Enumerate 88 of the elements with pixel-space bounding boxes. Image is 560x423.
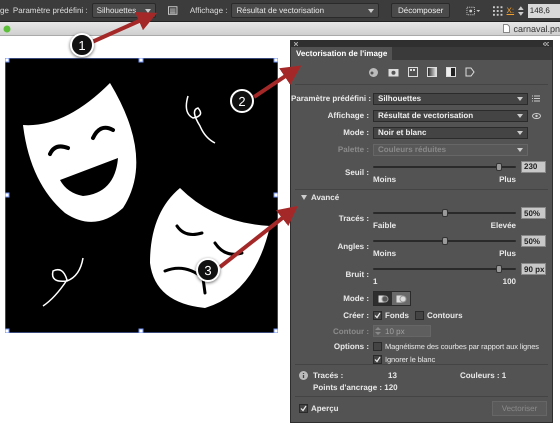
field-label: Options : (332, 342, 369, 352)
checkmark-icon (300, 405, 307, 412)
camera-icon[interactable] (388, 66, 399, 77)
close-icon[interactable] (294, 42, 298, 46)
checkmark-icon (374, 312, 381, 320)
stat-label: Tracés : (313, 371, 344, 380)
slider-track[interactable] (373, 166, 516, 168)
collapse-icon[interactable] (543, 42, 549, 46)
value-field[interactable]: 90 px (521, 263, 546, 276)
dropdown[interactable]: Noir et blanc (373, 126, 528, 139)
slider-thumb[interactable] (442, 209, 448, 218)
grid-icon[interactable] (493, 6, 503, 16)
field-label: Angles : (336, 242, 369, 252)
half-square-icon[interactable] (446, 66, 456, 77)
preset-dropdown[interactable]: Silhouettes (92, 3, 156, 18)
slider-track[interactable] (373, 240, 516, 242)
toolbar-label: ge (0, 6, 9, 15)
min-label: Moins (373, 249, 396, 258)
slider-thumb[interactable] (442, 237, 448, 246)
mode-toggle[interactable] (392, 292, 410, 306)
min-label: 1 (373, 277, 378, 286)
spinner-icon[interactable] (518, 4, 524, 16)
align-icon[interactable] (466, 6, 482, 16)
caret-icon (517, 114, 523, 118)
field-label: Tracés : (338, 214, 369, 224)
max-label: Plus (499, 174, 516, 184)
field-label: Seuil : (344, 168, 369, 177)
overlap-circles-icon (378, 294, 388, 303)
caret-icon (368, 8, 374, 12)
max-label: 100 (502, 277, 516, 286)
stat-text: Points d'ancrage : 120 (313, 383, 399, 392)
x-field[interactable]: 148,6 (528, 4, 560, 18)
panel-icon[interactable] (168, 6, 178, 15)
value-field[interactable]: 50% (521, 235, 546, 248)
panel-tab[interactable]: Vectorisation de l'image (291, 46, 392, 60)
checkbox-option[interactable]: Fonds (373, 311, 409, 320)
caret-icon (145, 8, 152, 12)
tag-icon[interactable] (465, 66, 475, 77)
slider-thumb[interactable] (496, 265, 502, 274)
stat-value: 13 (388, 371, 398, 380)
checkbox[interactable] (373, 342, 382, 352)
dropdown[interactable]: Silhouettes (373, 92, 528, 105)
grid-image-icon[interactable] (408, 66, 418, 77)
gradient-square-icon[interactable] (427, 66, 437, 77)
list-icon[interactable] (532, 95, 540, 102)
caret-icon (517, 96, 523, 101)
advanced-toggle[interactable]: Avancé (301, 193, 340, 202)
field-label: Mode : (342, 128, 369, 138)
min-label: Faible (373, 221, 396, 230)
view-dropdown[interactable]: Résultat de vectorisation (231, 3, 380, 18)
mode-toggle[interactable] (374, 292, 392, 306)
document-title: carnaval.pn (503, 24, 560, 34)
toolbar-label: Paramètre prédéfini : (12, 6, 88, 15)
callout-marker: 1 (70, 33, 94, 57)
value-field[interactable]: 50% (521, 207, 546, 220)
dropdown[interactable]: Résultat de vectorisation (373, 110, 528, 122)
caret-icon (517, 148, 523, 152)
field-label: Bruit : (344, 270, 369, 280)
expand-button[interactable]: Décomposer (391, 3, 450, 18)
checkbox[interactable] (373, 311, 382, 320)
min-label: Moins (373, 174, 396, 184)
checkbox-option[interactable]: Contours (415, 311, 463, 320)
checkbox-option[interactable]: Aperçu (299, 404, 339, 413)
disclosure-triangle-icon (301, 195, 307, 200)
value-field[interactable]: 230 (521, 160, 546, 173)
filled-shape-icon (396, 294, 406, 303)
caret-icon (517, 130, 523, 135)
checkbox[interactable] (415, 311, 424, 320)
field-label: Mode : (342, 294, 369, 304)
x-label: X: (506, 6, 514, 15)
field-label: Affichage : (326, 111, 369, 120)
max-label: Plus (499, 249, 516, 258)
field-label: Créer : (342, 311, 369, 320)
checkmark-icon (374, 356, 381, 364)
field-label: Paramètre prédéfini : (291, 94, 369, 104)
toolbar-label: Affichage : (190, 6, 228, 15)
slider-track[interactable] (373, 268, 516, 270)
checkbox[interactable] (299, 404, 308, 413)
info-icon (299, 371, 308, 380)
document-icon (503, 24, 510, 33)
max-label: Elevée (490, 221, 516, 230)
stat-text: Couleurs : 1 (460, 371, 508, 380)
callout-arrow (91, 12, 158, 44)
eye-icon[interactable] (532, 112, 541, 119)
slider-thumb[interactable] (496, 162, 502, 171)
spinner-icon (374, 326, 382, 336)
checkbox[interactable] (373, 355, 382, 364)
slider-track[interactable] (373, 212, 516, 214)
